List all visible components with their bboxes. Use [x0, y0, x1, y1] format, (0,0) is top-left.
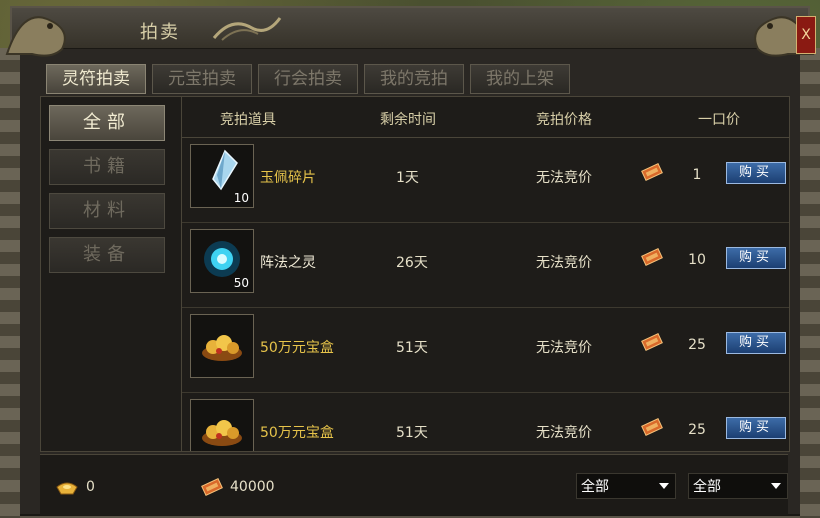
buyout-price: 1: [692, 167, 702, 183]
filter-dropdown-1[interactable]: 全部: [576, 473, 676, 499]
item-name: 50万元宝盒: [260, 340, 334, 356]
item-name: 50万元宝盒: [260, 425, 334, 441]
tab-my-bids[interactable]: 我的竞拍: [364, 64, 464, 94]
remaining-time: 1天: [396, 170, 419, 186]
item-slot[interactable]: 10: [190, 144, 254, 208]
bid-price: 无法竞价: [536, 255, 592, 271]
auction-content-panel: 全部 书籍 材料 装备 竞拍道具 剩余时间 竞拍价格 一口价 10 玉佩碎片 1…: [40, 96, 790, 452]
buyout-price: 25: [688, 422, 706, 438]
tab-talisman-auction[interactable]: 灵符拍卖: [46, 64, 146, 94]
bid-price: 无法竞价: [536, 340, 592, 356]
header-item: 竞拍道具: [220, 112, 276, 128]
buyout-price: 25: [688, 337, 706, 353]
gold-ingot-icon: [56, 482, 78, 495]
category-all[interactable]: 全部: [49, 105, 165, 141]
remaining-time: 26天: [396, 255, 428, 271]
tab-guild-auction[interactable]: 行会拍卖: [258, 64, 358, 94]
right-pillar-decoration: [800, 48, 820, 518]
header-buyout: 一口价: [698, 112, 740, 128]
buyout-price: 10: [688, 252, 706, 268]
tab-my-listings[interactable]: 我的上架: [470, 64, 570, 94]
dragon-left-ornament: [5, 16, 66, 57]
talisman-currency-icon: [641, 333, 663, 351]
talisman-currency-icon: [641, 418, 663, 436]
filter-dropdown-2-value: 全部: [693, 479, 721, 495]
buy-button[interactable]: 购买: [726, 417, 786, 439]
chevron-down-icon: [771, 483, 781, 489]
category-books[interactable]: 书籍: [49, 149, 165, 185]
item-quantity: 10: [233, 191, 249, 205]
header-time: 剩余时间: [380, 112, 436, 128]
chevron-down-icon: [659, 483, 669, 489]
table-row[interactable]: 50万元宝盒 51天 无法竞价 25 购买: [182, 393, 789, 451]
tab-bar: 灵符拍卖 元宝拍卖 行会拍卖 我的竞拍 我的上架: [46, 64, 570, 94]
category-sidebar: 全部 书籍 材料 装备: [41, 97, 182, 451]
close-button[interactable]: X: [796, 16, 816, 54]
item-slot[interactable]: [190, 314, 254, 378]
bid-price: 无法竞价: [536, 425, 592, 441]
item-slot[interactable]: [190, 399, 254, 451]
table-row[interactable]: 10 玉佩碎片 1天 无法竞价 1 购买: [182, 138, 789, 223]
buy-button[interactable]: 购买: [726, 332, 786, 354]
talisman-currency-icon: [641, 163, 663, 181]
talisman-balance: 40000: [230, 479, 275, 495]
item-name: 阵法之灵: [260, 255, 316, 271]
treasure-box-icon: [202, 335, 242, 361]
filter-dropdown-2[interactable]: 全部: [688, 473, 788, 499]
auction-window: 拍卖 X 灵符拍卖 元宝拍卖 行会拍卖 我的竞拍 我的上架 全部 书籍 材料 装…: [0, 6, 820, 518]
talisman-currency-icon: [201, 478, 223, 496]
window-title: 拍卖: [140, 22, 180, 43]
left-pillar-decoration: [0, 48, 20, 518]
remaining-time: 51天: [396, 425, 428, 441]
category-equipment[interactable]: 装备: [49, 237, 165, 273]
item-quantity: 50: [233, 276, 249, 290]
item-slot[interactable]: 50: [190, 229, 254, 293]
auction-footer: 0 40000 全部 全部: [40, 454, 788, 515]
table-row[interactable]: 50 阵法之灵 26天 无法竞价 10 购买: [182, 223, 789, 308]
header-bid: 竞拍价格: [536, 112, 592, 128]
remaining-time: 51天: [396, 340, 428, 356]
buy-button[interactable]: 购买: [726, 162, 786, 184]
tab-ingot-auction[interactable]: 元宝拍卖: [152, 64, 252, 94]
treasure-box-icon: [202, 420, 242, 446]
filter-dropdown-1-value: 全部: [581, 479, 609, 495]
title-bar[interactable]: 拍卖 X: [5, 8, 816, 57]
item-name: 玉佩碎片: [260, 170, 316, 186]
table-row[interactable]: 50万元宝盒 51天 无法竞价 25 购买: [182, 308, 789, 393]
category-materials[interactable]: 材料: [49, 193, 165, 229]
buy-button[interactable]: 购买: [726, 247, 786, 269]
table-header: 竞拍道具 剩余时间 竞拍价格 一口价: [182, 97, 789, 138]
title-swirl-ornament: [212, 17, 282, 41]
ingot-balance: 0: [86, 479, 95, 495]
bid-price: 无法竞价: [536, 170, 592, 186]
talisman-currency-icon: [641, 248, 663, 266]
